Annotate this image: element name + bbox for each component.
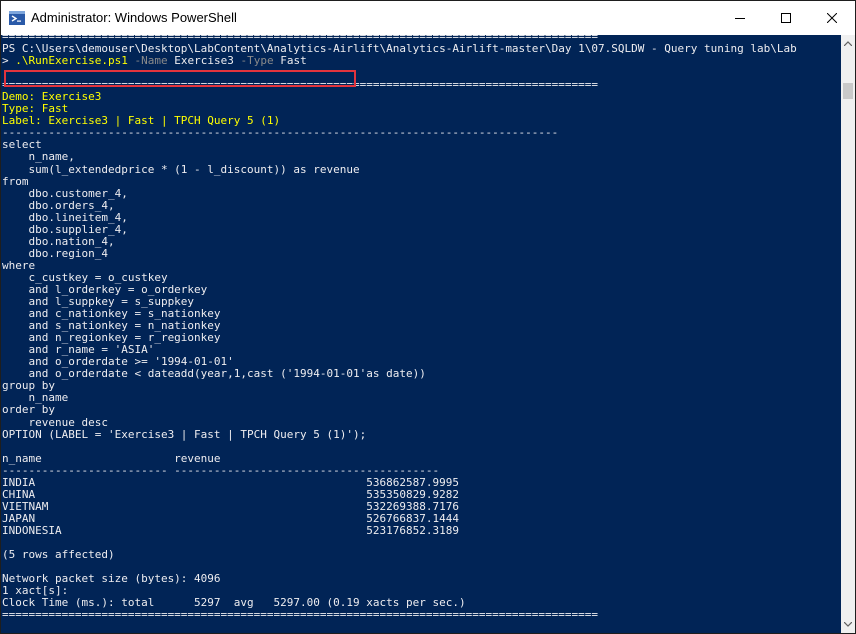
- close-button[interactable]: [809, 1, 855, 35]
- close-icon: [827, 13, 837, 23]
- scroll-thumb[interactable]: [843, 83, 853, 99]
- stats: Network packet size (bytes): 4096 1 xact[…: [2, 573, 797, 609]
- results-rows: INDIA 536862587.9995 CHINA 535350829.9282…: [2, 475, 797, 537]
- command-script: .\RunExercise.ps1: [15, 54, 128, 68]
- dash-rule: ----------------------------------------…: [2, 126, 559, 140]
- minimize-button[interactable]: [717, 1, 763, 35]
- sql-line: dbo.nation_4,: [2, 234, 115, 248]
- sql-line: dbo.supplier_4,: [2, 222, 128, 236]
- chevron-down-icon: [844, 622, 852, 627]
- window-title: Administrator: Windows PowerShell: [31, 10, 237, 25]
- maximize-icon: [781, 13, 791, 23]
- powershell-window: Administrator: Windows PowerShell ======…: [0, 0, 856, 634]
- command-highlight-box: [4, 70, 356, 87]
- scroll-up-button[interactable]: [841, 35, 855, 52]
- vertical-scrollbar[interactable]: [841, 35, 855, 633]
- scroll-down-button[interactable]: [841, 616, 855, 633]
- sql-line: sum(l_extendedprice * (1 - l_discount)) …: [2, 162, 360, 176]
- sql-line: order by: [2, 403, 55, 417]
- sql-line: from: [2, 174, 29, 188]
- powershell-icon: [9, 11, 25, 25]
- sql-line: dbo.region_4: [2, 246, 108, 260]
- results-header: n_name revenue: [2, 451, 221, 465]
- command-line: > .\RunExercise.ps1 -Name Exercise3 -Typ…: [2, 55, 797, 67]
- command-arg-type: Fast: [280, 54, 307, 68]
- rule-line: ========================================…: [2, 608, 599, 622]
- sql-line: n_name,: [2, 150, 75, 164]
- command-param-name: -Name: [134, 54, 168, 68]
- sql-line: dbo.orders_4,: [2, 198, 115, 212]
- command-arg-name: Exercise3: [174, 54, 234, 68]
- sql-line: and o_orderdate < dateadd(year,1,cast ('…: [2, 367, 426, 381]
- console-output[interactable]: ========================================…: [1, 35, 841, 633]
- demo-line: Demo: Exercise3: [2, 90, 102, 104]
- result-row: INDONESIA 523176852.3189: [2, 523, 459, 537]
- result-row: INDIA 536862587.9995: [2, 475, 459, 489]
- sql-line: OPTION (LABEL = 'Exercise3 | Fast | TPCH…: [2, 427, 367, 441]
- title-bar[interactable]: Administrator: Windows PowerShell: [1, 1, 855, 35]
- prompt-continuation: >: [2, 54, 16, 68]
- sql-line: revenue desc: [2, 415, 108, 429]
- sql-line: n_name: [2, 391, 69, 405]
- sql-line: dbo.customer_4,: [2, 186, 128, 200]
- sql-line: select: [2, 138, 42, 152]
- command-param-type: -Type: [240, 54, 274, 68]
- sql-line: dbo.lineitem_4,: [2, 210, 128, 224]
- rows-affected: (5 rows affected): [2, 548, 115, 562]
- minimize-icon: [735, 18, 745, 19]
- sql-query: select n_name, sum(l_extendedprice * (1 …: [2, 139, 797, 440]
- chevron-up-icon: [844, 41, 852, 46]
- stats-line: Network packet size (bytes): 4096: [2, 572, 221, 586]
- maximize-button[interactable]: [763, 1, 809, 35]
- sql-line: group by: [2, 379, 55, 393]
- results-separator: ------------------------- --------------…: [2, 463, 440, 477]
